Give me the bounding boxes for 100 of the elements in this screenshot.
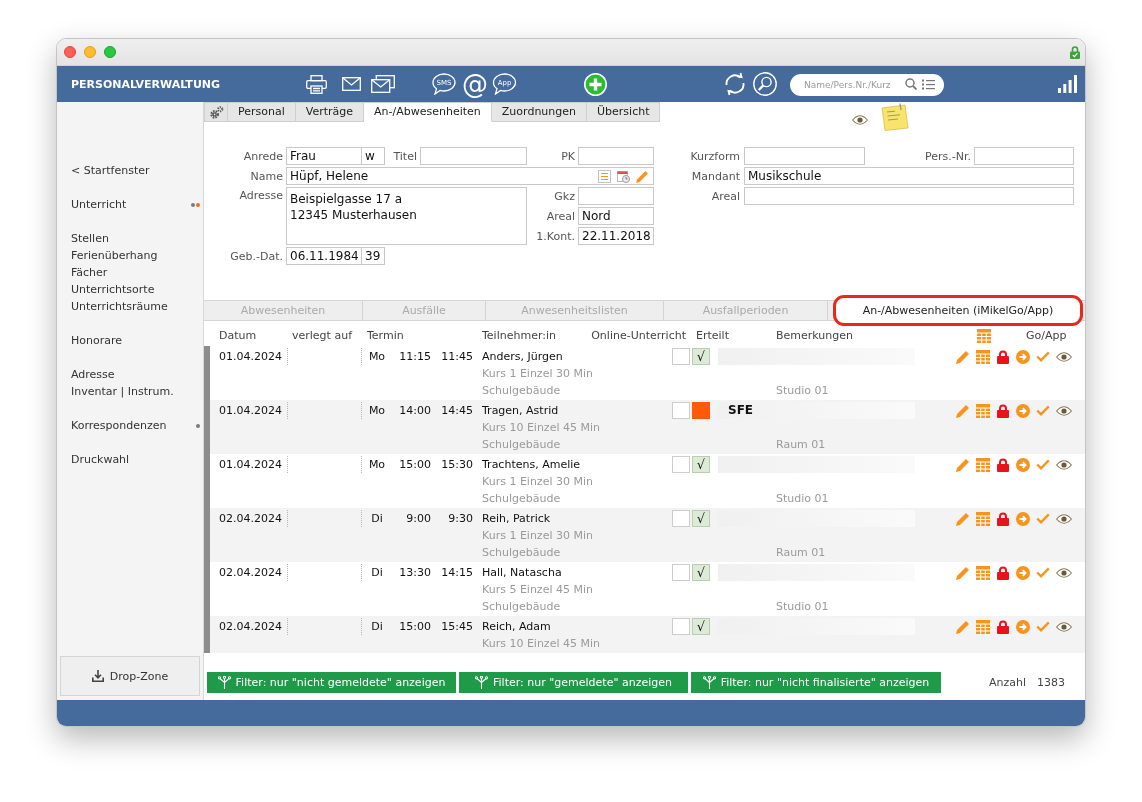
- settings-button[interactable]: [204, 102, 228, 122]
- table-icon[interactable]: [976, 349, 990, 364]
- check-icon[interactable]: [1036, 567, 1050, 578]
- list-icon[interactable]: [598, 169, 611, 183]
- online-checkbox[interactable]: [672, 456, 690, 473]
- lock-icon[interactable]: [997, 619, 1009, 634]
- given-checkbox[interactable]: √: [692, 564, 710, 581]
- arrow-circle-icon[interactable]: [1016, 565, 1030, 580]
- eye-icon[interactable]: [1056, 567, 1072, 578]
- check-icon[interactable]: [1036, 405, 1050, 416]
- online-checkbox[interactable]: [672, 510, 690, 527]
- pencil-icon[interactable]: [956, 619, 970, 634]
- sidebar-item[interactable]: Inventar | Instrum.: [57, 383, 203, 400]
- lock-icon[interactable]: [997, 565, 1009, 580]
- list-icon[interactable]: [922, 78, 935, 90]
- pencil-icon[interactable]: [956, 403, 970, 418]
- table-icon[interactable]: [976, 565, 990, 580]
- gkz-field[interactable]: [578, 187, 654, 205]
- pencil-icon[interactable]: [956, 457, 970, 472]
- eye-icon[interactable]: [1056, 621, 1072, 632]
- short-form-field[interactable]: [744, 147, 865, 165]
- email-at-button[interactable]: @: [462, 71, 486, 97]
- given-checkbox[interactable]: √: [692, 510, 710, 527]
- calendar-clock-icon[interactable]: [617, 169, 630, 183]
- check-icon[interactable]: [1036, 459, 1050, 470]
- title-field[interactable]: [420, 147, 527, 165]
- envelope-icon[interactable]: [342, 77, 361, 91]
- sidebar-item[interactable]: Fächer: [57, 264, 203, 281]
- age-field[interactable]: 39: [362, 247, 385, 265]
- subtab[interactable]: An-/Abwesenheiten (iMikelGo/App): [833, 295, 1083, 326]
- sidebar-item[interactable]: Stellen: [57, 230, 203, 247]
- online-checkbox[interactable]: [672, 564, 690, 581]
- gender-field[interactable]: w: [362, 147, 385, 165]
- sidebar-item[interactable]: Korrespondenzen: [57, 417, 203, 434]
- filter-button[interactable]: Filter: nur "nicht finalisierte" anzeigen: [691, 672, 941, 693]
- sidebar-item[interactable]: Unterrichtsräume: [57, 298, 203, 315]
- search-button[interactable]: [753, 72, 777, 96]
- given-checkbox[interactable]: √: [692, 456, 710, 473]
- eye-icon[interactable]: [1056, 351, 1072, 362]
- check-icon[interactable]: [1036, 351, 1050, 362]
- table-icon[interactable]: [976, 457, 990, 472]
- minimize-button[interactable]: [84, 46, 96, 58]
- sidebar-item[interactable]: < Startfenster: [57, 162, 203, 179]
- given-checkbox[interactable]: √: [692, 618, 710, 635]
- table-icon[interactable]: [976, 403, 990, 418]
- tab[interactable]: An-/Abwesenheiten: [364, 102, 492, 122]
- lock-icon[interactable]: [997, 457, 1009, 472]
- printer-icon[interactable]: [306, 74, 327, 94]
- refresh-icon[interactable]: [723, 72, 747, 96]
- table-row[interactable]: 02.04.2024 Di 15:00 15:45 Reich, Adam Kurs 10 Einzel 45 Min √: [210, 616, 1085, 653]
- online-checkbox[interactable]: [672, 618, 690, 635]
- lock-icon[interactable]: [997, 403, 1009, 418]
- filter-button[interactable]: Filter: nur "gemeldete" anzeigen: [459, 672, 688, 693]
- first-contact-field[interactable]: 22.11.2018: [578, 227, 654, 245]
- sidebar-item[interactable]: Ferienüberhang: [57, 247, 203, 264]
- table-icon[interactable]: [976, 511, 990, 526]
- search-field[interactable]: Name/Pers.Nr./Kurz: [790, 74, 944, 96]
- search-icon[interactable]: [905, 78, 917, 90]
- check-icon[interactable]: [1036, 621, 1050, 632]
- table-icon[interactable]: [976, 329, 992, 343]
- sidebar-item[interactable]: Unterricht: [57, 196, 203, 213]
- area-field[interactable]: [744, 187, 1074, 205]
- pk-field[interactable]: [578, 147, 654, 165]
- eye-icon[interactable]: [1056, 405, 1072, 416]
- area-field[interactable]: Nord: [578, 207, 654, 225]
- tab[interactable]: Verträge: [295, 102, 365, 122]
- sidebar-item[interactable]: Adresse: [57, 366, 203, 383]
- check-icon[interactable]: [1036, 513, 1050, 524]
- arrow-circle-icon[interactable]: [1016, 457, 1030, 472]
- pencil-icon[interactable]: [956, 511, 970, 526]
- arrow-circle-icon[interactable]: [1016, 403, 1030, 418]
- pencil-icon[interactable]: [636, 169, 649, 183]
- drop-zone-button[interactable]: Drop-Zone: [60, 656, 200, 696]
- sidebar-item[interactable]: Honorare: [57, 332, 203, 349]
- address-field[interactable]: Beispielgasse 17 a 12345 Musterhausen: [286, 187, 527, 245]
- name-field[interactable]: Hüpf, Helene: [286, 167, 654, 185]
- table-row[interactable]: 02.04.2024 Di 9:00 9:30 Reih, Patrick Kurs 1 Einzel 30 Min Schulgebäude Raum 01 √: [210, 508, 1085, 562]
- lock-icon[interactable]: [997, 511, 1009, 526]
- sticky-note-icon[interactable]: [880, 103, 910, 131]
- eye-icon[interactable]: [1056, 459, 1072, 470]
- online-checkbox[interactable]: [672, 402, 690, 419]
- personnel-number-field[interactable]: [974, 147, 1074, 165]
- online-checkbox[interactable]: [672, 348, 690, 365]
- pencil-icon[interactable]: [956, 565, 970, 580]
- arrow-circle-icon[interactable]: [1016, 619, 1030, 634]
- pencil-icon[interactable]: [956, 349, 970, 364]
- add-button[interactable]: [584, 72, 607, 96]
- salutation-field[interactable]: Frau: [286, 147, 362, 165]
- absent-checkbox[interactable]: [692, 402, 710, 419]
- tab[interactable]: Übersicht: [587, 102, 661, 122]
- envelopes-icon[interactable]: [371, 75, 395, 93]
- lock-icon[interactable]: [997, 349, 1009, 364]
- filter-button[interactable]: Filter: nur "nicht gemeldete" anzeigen: [207, 672, 456, 693]
- arrow-circle-icon[interactable]: [1016, 349, 1030, 364]
- zoom-button[interactable]: [104, 46, 116, 58]
- table-row[interactable]: 01.04.2024 Mo 14:00 14:45 Tragen, Astrid Kurs 10 Einzel 45 Min Schulgebäude Raum 01 SFE: [210, 400, 1085, 454]
- eye-icon[interactable]: [852, 115, 868, 125]
- client-field[interactable]: Musikschule: [744, 167, 1074, 185]
- tab[interactable]: Zuordnungen: [491, 102, 587, 122]
- tab[interactable]: Personal: [228, 102, 296, 122]
